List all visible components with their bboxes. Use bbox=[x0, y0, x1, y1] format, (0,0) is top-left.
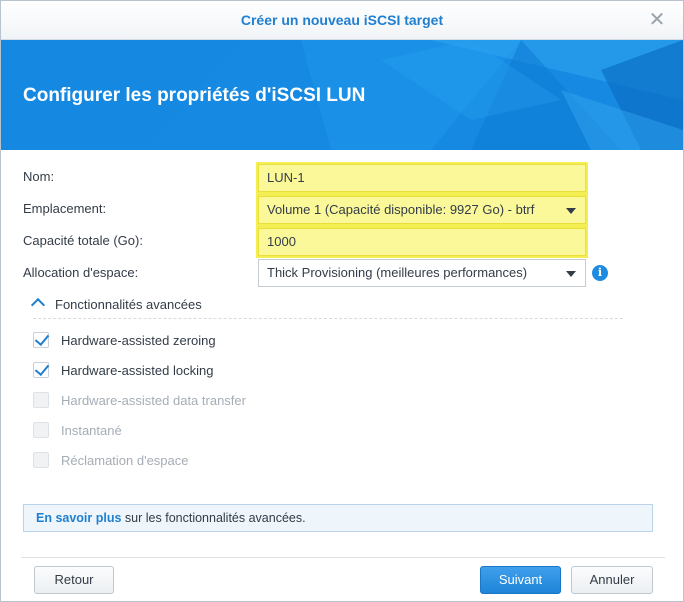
create-iscsi-target-dialog: Créer un nouveau iSCSI target ✕ Configur… bbox=[0, 0, 684, 602]
close-icon[interactable]: ✕ bbox=[647, 10, 667, 30]
checkmark-icon bbox=[34, 360, 50, 377]
learn-more-text: sur les fonctionnalités avancées. bbox=[121, 511, 306, 525]
option-label: Hardware-assisted locking bbox=[61, 363, 214, 378]
capacity-field[interactable]: 1000 bbox=[256, 226, 588, 258]
option-label: Hardware-assisted zeroing bbox=[61, 333, 216, 348]
location-select[interactable]: Volume 1 (Capacité disponible: 9927 Go) … bbox=[256, 194, 588, 226]
section-divider bbox=[33, 318, 623, 319]
cancel-button[interactable]: Annuler bbox=[571, 566, 653, 594]
allocation-select[interactable]: Thick Provisioning (meilleures performan… bbox=[258, 259, 586, 287]
allocation-label: Allocation d'espace: bbox=[23, 265, 139, 280]
name-label: Nom: bbox=[23, 169, 55, 184]
page-heading: Configurer les propriétés d'iSCSI LUN bbox=[23, 85, 366, 106]
checkbox-disabled bbox=[33, 422, 49, 438]
learn-more-link[interactable]: En savoir plus bbox=[36, 511, 121, 525]
back-button[interactable]: Retour bbox=[34, 566, 114, 594]
advanced-features-label: Fonctionnalités avancées bbox=[55, 297, 202, 312]
checkbox-checked[interactable] bbox=[33, 360, 50, 378]
capacity-label: Capacité totale (Go): bbox=[23, 233, 143, 248]
checkbox-checked[interactable] bbox=[33, 330, 50, 348]
footer-divider bbox=[21, 557, 665, 558]
checkmark-icon bbox=[34, 330, 50, 347]
location-label: Emplacement: bbox=[23, 201, 107, 216]
next-button[interactable]: Suivant bbox=[480, 566, 561, 594]
checkbox-disabled bbox=[33, 452, 49, 468]
option-label: Hardware-assisted data transfer bbox=[61, 393, 246, 408]
name-field[interactable]: LUN-1 bbox=[256, 162, 588, 194]
dialog-titlebar: Créer un nouveau iSCSI target ✕ bbox=[1, 1, 683, 40]
info-icon[interactable]: i bbox=[592, 265, 608, 281]
option-label: Réclamation d'espace bbox=[61, 453, 189, 468]
option-label: Instantané bbox=[61, 423, 122, 438]
checkbox-disabled bbox=[33, 392, 49, 408]
header-banner: Configurer les propriétés d'iSCSI LUN bbox=[1, 40, 683, 150]
dialog-title: Créer un nouveau iSCSI target bbox=[240, 12, 444, 28]
chevron-up-icon bbox=[30, 297, 46, 313]
learn-more-box: En savoir plus sur les fonctionnalités a… bbox=[23, 504, 653, 532]
